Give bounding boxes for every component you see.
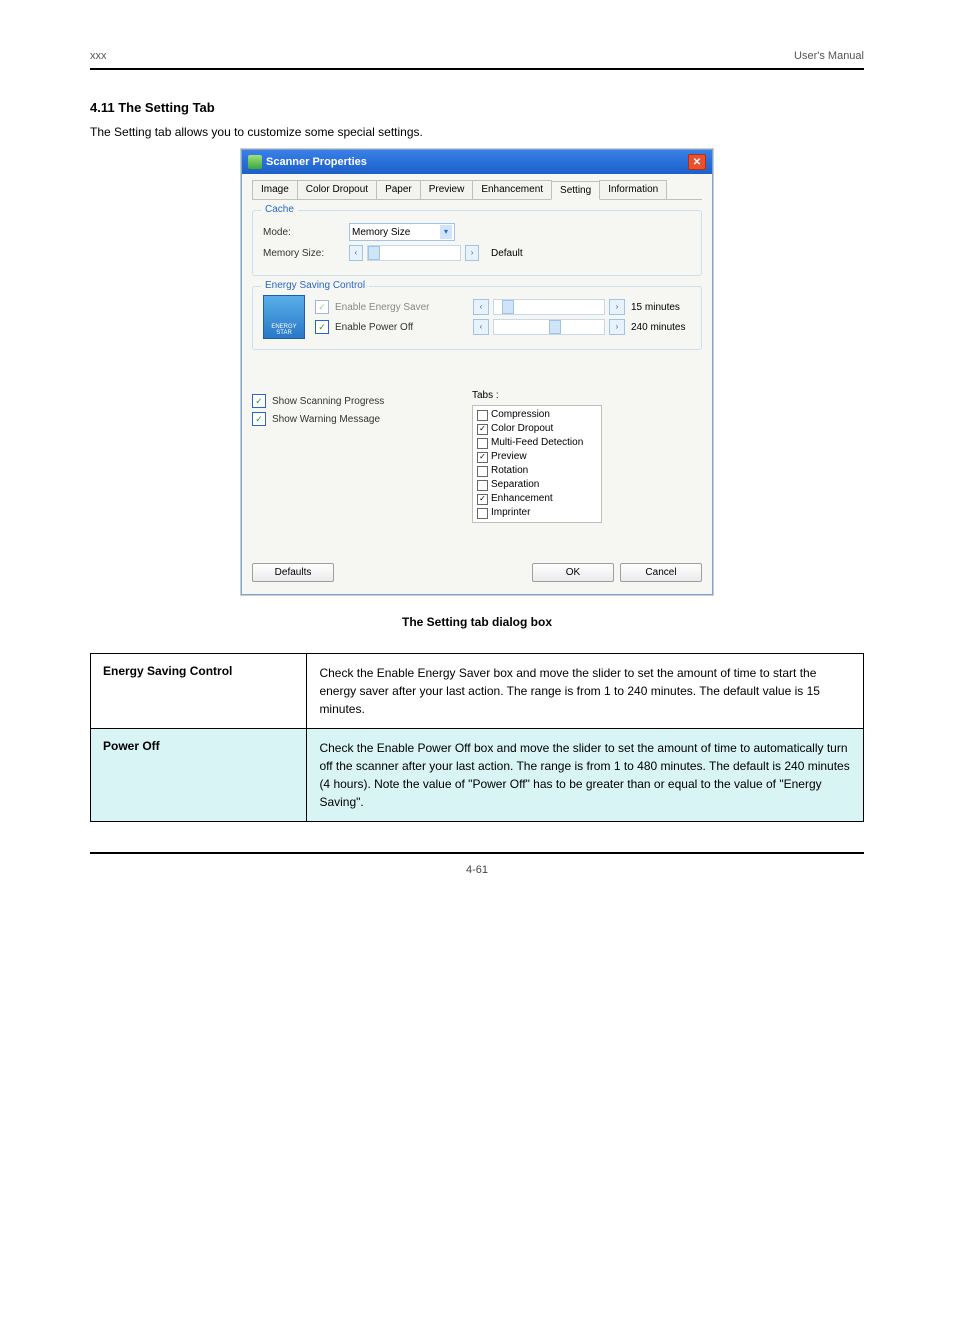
header-left: xxx [90, 50, 107, 62]
window-title: Scanner Properties [266, 156, 367, 168]
tab-image[interactable]: Image [252, 180, 298, 199]
screenshot-caption: The Setting tab dialog box [90, 615, 864, 629]
enable-power-off-checkbox[interactable]: ✓ [315, 320, 329, 334]
footer-rule [90, 852, 864, 858]
tab-information[interactable]: Information [599, 180, 667, 199]
table-row: Energy Saving Control Check the Enable E… [91, 654, 864, 729]
memsize-scroll-left[interactable]: ‹ [349, 245, 363, 261]
table-row-title: Energy Saving Control [91, 654, 307, 729]
close-button[interactable]: ✕ [688, 154, 706, 170]
mode-select[interactable]: Memory Size ▾ [349, 223, 455, 241]
cache-group: Cache Mode: Memory Size ▾ Memory Size: ‹ [252, 210, 702, 276]
checkbox-icon: ✓ [477, 494, 488, 505]
tabs-item-color-dropout[interactable]: ✓Color Dropout [477, 422, 597, 436]
poweroff-scroll-right[interactable]: › [609, 319, 625, 335]
checkbox-icon [477, 508, 488, 519]
tabs-item-separation[interactable]: Separation [477, 478, 597, 492]
energy-star-logo: ENERGY STAR [263, 295, 305, 339]
memsize-value: Default [491, 248, 523, 259]
memsize-track[interactable] [367, 245, 461, 261]
cancel-button[interactable]: Cancel [620, 563, 702, 582]
tab-setting[interactable]: Setting [551, 181, 600, 200]
tab-color-dropout[interactable]: Color Dropout [297, 180, 377, 199]
mode-label: Mode: [263, 227, 343, 238]
header-right: User's Manual [794, 50, 864, 62]
tabs-item-multifeed[interactable]: Multi-Feed Detection [477, 436, 597, 450]
checkbox-icon [477, 410, 488, 421]
mode-select-value: Memory Size [352, 227, 410, 238]
tab-paper[interactable]: Paper [376, 180, 421, 199]
energy-legend: Energy Saving Control [261, 280, 369, 291]
energy-group: Energy Saving Control ENERGY STAR ✓ Enab… [252, 286, 702, 350]
tabs-checklist: Compression ✓Color Dropout Multi-Feed De… [472, 405, 602, 523]
poweroff-scroll-left[interactable]: ‹ [473, 319, 489, 335]
checkbox-icon: ✓ [477, 424, 488, 435]
tabs-item-enhancement[interactable]: ✓Enhancement [477, 492, 597, 506]
poweroff-track[interactable] [493, 319, 605, 335]
tab-enhancement[interactable]: Enhancement [472, 180, 552, 199]
table-row-title: Power Off [91, 729, 307, 822]
tabs-item-rotation[interactable]: Rotation [477, 464, 597, 478]
show-warning-label: Show Warning Message [272, 414, 380, 425]
table-row: Power Off Check the Enable Power Off box… [91, 729, 864, 822]
tab-preview[interactable]: Preview [420, 180, 474, 199]
show-progress-label: Show Scanning Progress [272, 396, 384, 407]
saver-scroll-left[interactable]: ‹ [473, 299, 489, 315]
show-warning-checkbox[interactable]: ✓ [252, 412, 266, 426]
memsize-thumb[interactable] [368, 246, 380, 260]
checkbox-icon [477, 466, 488, 477]
tabs-item-imprinter[interactable]: Imprinter [477, 506, 597, 520]
header-rule [90, 68, 864, 70]
settings-description-table: Energy Saving Control Check the Enable E… [90, 653, 864, 822]
show-progress-checkbox[interactable]: ✓ [252, 394, 266, 408]
checkbox-icon [477, 438, 488, 449]
section-title: 4.11 The Setting Tab [90, 100, 864, 115]
saver-value: 15 minutes [631, 302, 691, 313]
enable-energy-saver-label: Enable Energy Saver [335, 302, 430, 313]
chevron-down-icon: ▾ [440, 225, 452, 239]
page-number: 4-61 [90, 864, 864, 876]
checkbox-icon: ✓ [477, 452, 488, 463]
checkbox-icon [477, 480, 488, 491]
scanner-properties-window: Scanner Properties ✕ Image Color Dropout… [241, 149, 713, 595]
saver-track[interactable] [493, 299, 605, 315]
enable-power-off-label: Enable Power Off [335, 322, 413, 333]
table-row-desc: Check the Enable Energy Saver box and mo… [307, 654, 864, 729]
section-intro: The Setting tab allows you to customize … [90, 125, 864, 139]
ok-button[interactable]: OK [532, 563, 614, 582]
tabs-item-preview[interactable]: ✓Preview [477, 450, 597, 464]
tabs-item-compression[interactable]: Compression [477, 408, 597, 422]
poweroff-value: 240 minutes [631, 322, 691, 333]
saver-scroll-right[interactable]: › [609, 299, 625, 315]
cache-legend: Cache [261, 204, 298, 215]
enable-energy-saver-checkbox[interactable]: ✓ [315, 300, 329, 314]
tabs-list-title: Tabs : [472, 390, 702, 401]
memsize-scroll-right[interactable]: › [465, 245, 479, 261]
titlebar: Scanner Properties ✕ [242, 150, 712, 174]
poweroff-thumb[interactable] [549, 320, 561, 334]
tabstrip: Image Color Dropout Paper Preview Enhanc… [252, 180, 702, 200]
memsize-label: Memory Size: [263, 248, 343, 259]
table-row-desc: Check the Enable Power Off box and move … [307, 729, 864, 822]
defaults-button[interactable]: Defaults [252, 563, 334, 582]
saver-thumb[interactable] [502, 300, 514, 314]
scanner-icon [248, 155, 262, 169]
